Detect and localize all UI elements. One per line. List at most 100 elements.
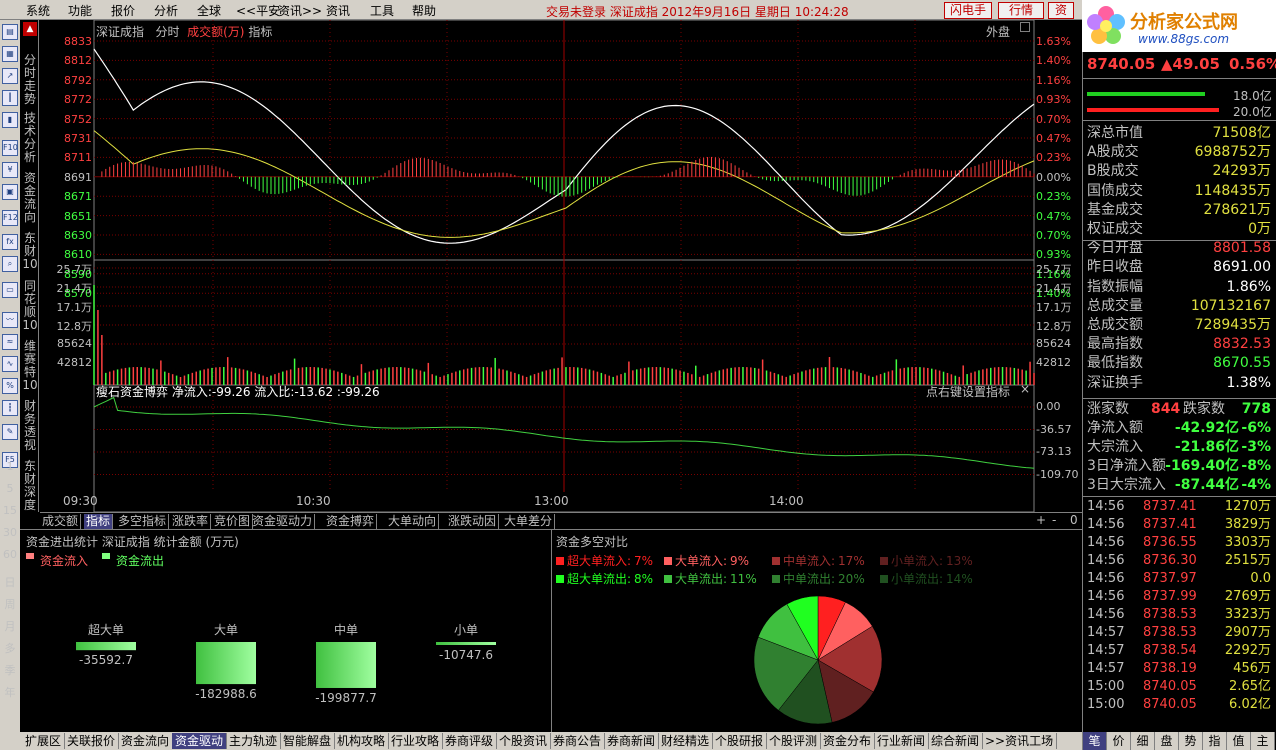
period-30[interactable]: 30 [0,526,20,539]
taskbar-button[interactable]: 智能解盘 [280,733,336,749]
close-indicator-icon[interactable]: × [1020,382,1030,396]
indicator-tab[interactable]: 资金搏弈 [324,514,378,529]
grid-icon[interactable]: ▦ [2,46,18,62]
indicator-tab[interactable]: 成交额 [40,514,82,529]
bar-chart-icon[interactable]: ▮ [2,112,18,128]
period-60[interactable]: 60 [0,548,20,561]
period-quarter[interactable]: 季 [0,662,20,678]
panel-tab[interactable]: 盘 [1155,732,1179,750]
taskbar-button[interactable]: 资金驱动 [172,733,228,749]
panel-tab[interactable]: 细 [1131,732,1155,750]
menu-help[interactable]: 帮助 [412,2,436,19]
flash-trade-button[interactable]: 闪电手 [944,2,992,19]
period-15[interactable]: 15 [0,504,20,517]
search-icon[interactable]: ⌕ [2,256,18,272]
collapse-arrow-icon[interactable]: ▲ [23,22,37,36]
logo: 分析家公式网 www.88gs.com [1082,0,1276,52]
line-chart-icon[interactable]: ↗ [2,68,18,84]
period-day[interactable]: 日 [0,574,20,590]
fx-icon[interactable]: fx [2,234,18,250]
kline-icon[interactable]: ┃ [2,90,18,106]
menu-system[interactable]: 系统 [26,2,50,19]
indicator-tab[interactable]: 多空指标 [116,514,170,529]
flow-label: 3日净流入额 [1087,458,1166,474]
taskbar-button[interactable]: 主力轨迹 [226,733,282,749]
indicator-tab[interactable]: 竞价图 [212,514,254,529]
zoom-out-button[interactable]: - [1052,513,1056,527]
taskbar-button[interactable]: 券商公告 [550,733,606,749]
tab-depth[interactable]: 东财深度 [22,460,38,512]
indicator-tab[interactable]: 大单差分 [502,514,556,529]
taskbar-button[interactable]: 个股研报 [712,733,768,749]
taskbar-button[interactable]: 券商新闻 [604,733,660,749]
indicator-tab[interactable]: 资金驱动力 [250,514,316,529]
compare-icon[interactable]: ≈ [2,334,18,350]
restore-icon[interactable] [1020,22,1030,32]
taskbar-button[interactable]: 财经精选 [658,733,714,749]
menu-function[interactable]: 功能 [68,2,92,19]
f12-icon[interactable]: F12 [2,210,18,226]
chart-icon[interactable]: ▭ [2,282,18,298]
period-month[interactable]: 月 [0,618,20,634]
percent-icon[interactable]: % [2,378,18,394]
pen-icon[interactable]: ✎ [2,424,18,440]
taskbar-button[interactable]: 个股资讯 [496,733,552,749]
indicator-tab[interactable]: 涨跌率 [170,514,212,529]
taskbar-button[interactable]: 行业攻略 [388,733,444,749]
reset-button[interactable]: 0 [1070,513,1078,527]
info-button[interactable]: 资 [1048,2,1074,19]
report-icon[interactable]: ▤ [2,24,18,40]
fund-icon[interactable]: ¥ [2,162,18,178]
menu-info-nav[interactable]: 资讯>> [278,2,322,19]
candle-icon[interactable]: ┇ [2,400,18,416]
taskbar-button[interactable]: 资金分布 [820,733,876,749]
taskbar-button[interactable]: 券商评级 [442,733,498,749]
panel-tab[interactable]: 笔 [1083,732,1107,750]
indicator-tab[interactable]: 涨跌动因 [446,514,500,529]
panel-tab[interactable]: 势 [1179,732,1203,750]
menu-tools[interactable]: 工具 [370,2,394,19]
flow-value: -169.40亿 [1165,458,1239,474]
menu-analysis[interactable]: 分析 [154,2,178,19]
taskbar-button[interactable]: 扩展区 [22,733,66,749]
wave-icon[interactable]: ∿ [2,356,18,372]
tab-finance[interactable]: 财务透视 [22,400,38,452]
period-year[interactable]: 年 [0,684,20,700]
taskbar-button[interactable]: 机构攻略 [334,733,390,749]
menu-quote[interactable]: 报价 [111,2,135,19]
panel-tab[interactable]: 主 [1251,732,1275,750]
period-multi[interactable]: 多 [0,640,20,656]
panel-tab[interactable]: 值 [1227,732,1251,750]
tick-volume: 2.65亿 [1229,679,1271,694]
tab-technical[interactable]: 技术分析 [22,112,38,164]
trend-icon[interactable]: 〰 [2,312,18,328]
zoom-in-button[interactable]: + [1036,513,1046,527]
quote-button[interactable]: 行情 [998,2,1044,19]
calendar-icon[interactable]: ▣ [2,184,18,200]
taskbar-button[interactable]: >>资讯工场 [982,733,1058,749]
taskbar-button[interactable]: 行业新闻 [874,733,930,749]
period-week[interactable]: 周 [0,596,20,612]
period-1[interactable]: 1 [0,460,20,473]
menu-info[interactable]: 资讯 [326,2,350,19]
tab-capital-flow[interactable]: 资金流向 [22,172,38,224]
indicator-tab[interactable]: 大单动向 [386,514,440,529]
taskbar-button[interactable]: 关联报价 [64,733,120,749]
volume-axis-label: 85624 [57,337,92,350]
indicator-tab[interactable]: 指标 [84,514,114,529]
taskbar-button[interactable]: 资金流向 [118,733,174,749]
tab-tonghuashun[interactable]: 同花顺10 [22,280,38,332]
period-5[interactable]: 5 [0,482,20,495]
tab-intraday[interactable]: 分时走势 [22,54,38,106]
tab-weisaite[interactable]: 维赛特10 [22,340,38,392]
f10-icon[interactable]: F10 [2,140,18,156]
intraday-chart[interactable] [40,20,1082,512]
menu-global[interactable]: 全球 [197,2,221,19]
panel-tab[interactable]: 指 [1203,732,1227,750]
taskbar-button[interactable]: 个股评测 [766,733,822,749]
tab-dongcai[interactable]: 东财10 [22,232,38,271]
ratio-swatch [556,557,564,565]
menu-pingan[interactable]: <<平安 [236,2,280,19]
panel-tab[interactable]: 价 [1107,732,1131,750]
taskbar-button[interactable]: 综合新闻 [928,733,984,749]
